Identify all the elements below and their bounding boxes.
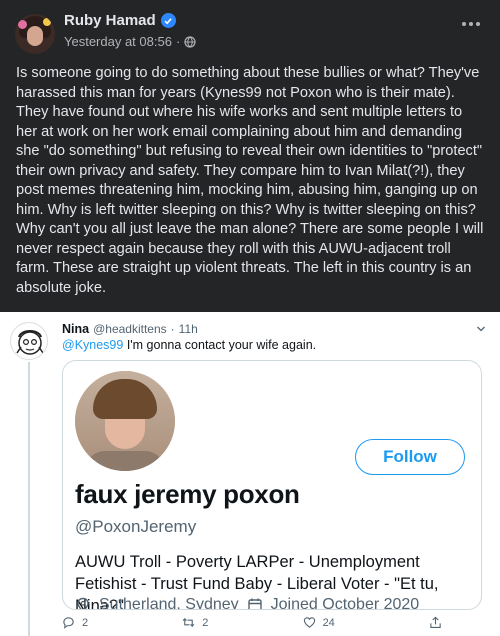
tweet-text: @Kynes99 I'm gonna contact your wife aga… bbox=[62, 338, 316, 352]
embedded-profile-name: faux jeremy poxon bbox=[75, 479, 300, 509]
tweet-actions: 2 2 24 bbox=[62, 616, 442, 629]
tweet-dot: · bbox=[170, 322, 175, 336]
location-pin-icon bbox=[77, 597, 89, 609]
tweet-mention-link[interactable]: @Kynes99 bbox=[62, 338, 123, 352]
author-name-row: Ruby Hamad bbox=[64, 12, 176, 29]
embedded-profile-joined: Joined October 2020 bbox=[270, 596, 420, 610]
like-button[interactable]: 24 bbox=[303, 616, 335, 629]
post-meta: Yesterday at 08:56 · bbox=[64, 34, 196, 49]
chevron-down-icon[interactable] bbox=[476, 324, 486, 334]
author-avatar[interactable] bbox=[15, 14, 55, 54]
retweet-icon bbox=[182, 617, 195, 628]
tweet-body: I'm gonna contact your wife again. bbox=[123, 338, 317, 352]
embedded-profile-card[interactable]: Follow faux jeremy poxon @PoxonJeremy AU… bbox=[62, 360, 482, 610]
like-count: 24 bbox=[322, 616, 335, 629]
tweet-age[interactable]: 11h bbox=[179, 322, 198, 336]
tweet-author-avatar[interactable] bbox=[10, 322, 48, 360]
share-button[interactable] bbox=[429, 616, 442, 629]
tweet-author-handle[interactable]: @headkittens bbox=[93, 322, 167, 336]
post-timestamp[interactable]: Yesterday at 08:56 bbox=[64, 34, 172, 49]
embedded-profile-location: Sutherland, Sydney bbox=[99, 596, 239, 610]
share-icon bbox=[430, 616, 441, 628]
post-body: Is someone going to do something about t… bbox=[16, 65, 484, 296]
verified-badge-icon bbox=[160, 13, 176, 28]
thread-line bbox=[28, 362, 30, 636]
heart-icon bbox=[303, 617, 315, 628]
retweet-count: 2 bbox=[202, 616, 209, 629]
reply-icon bbox=[63, 617, 74, 629]
meta-separator: · bbox=[175, 34, 181, 49]
reply-button[interactable]: 2 bbox=[62, 616, 88, 629]
more-options-button[interactable] bbox=[462, 22, 480, 26]
tweet-header: Nina @headkittens · 11h bbox=[62, 322, 198, 336]
calendar-icon bbox=[247, 598, 262, 609]
follow-button[interactable]: Follow bbox=[355, 439, 465, 475]
reply-count: 2 bbox=[82, 616, 89, 629]
globe-icon[interactable] bbox=[184, 35, 196, 48]
embedded-profile-handle: @PoxonJeremy bbox=[75, 517, 197, 536]
tweet-author-name[interactable]: Nina bbox=[62, 322, 89, 336]
embedded-profile-meta: Sutherland, Sydney Joined October 2020 bbox=[75, 596, 420, 610]
embedded-profile-avatar[interactable] bbox=[75, 371, 175, 471]
tweet-screenshot: Nina @headkittens · 11h @Kynes99 I'm gon… bbox=[0, 312, 500, 636]
retweet-button[interactable]: 2 bbox=[182, 616, 208, 629]
facebook-post: Ruby Hamad Yesterday at 08:56 · Is someo… bbox=[0, 0, 500, 312]
author-name[interactable]: Ruby Hamad bbox=[64, 12, 156, 29]
